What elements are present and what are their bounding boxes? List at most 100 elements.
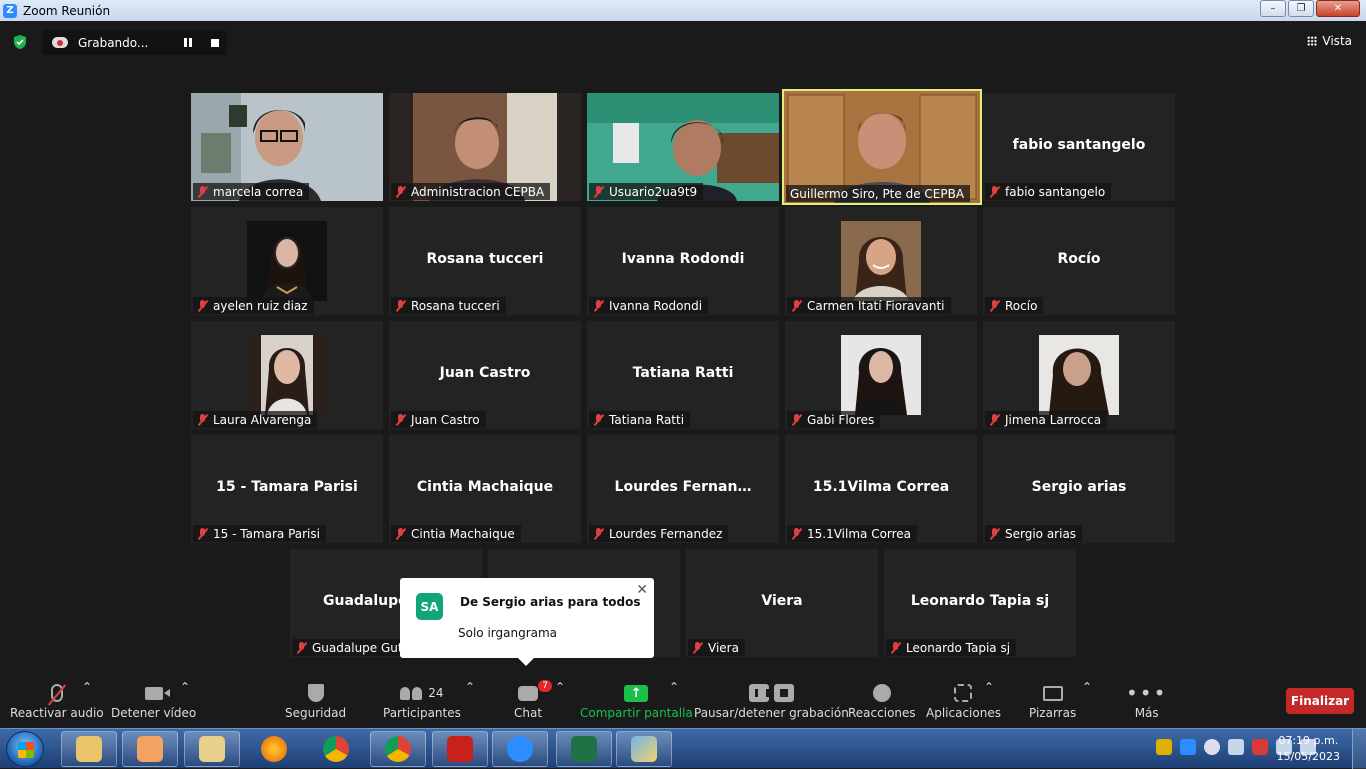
participant-tile[interactable]: Gabi Flores	[785, 321, 977, 429]
video-camera-icon	[144, 686, 170, 700]
profile-photo	[1039, 335, 1119, 415]
recording-indicator: Grabando...	[42, 30, 227, 55]
participant-tile[interactable]: Viera Viera	[686, 549, 878, 657]
reaction-smiley-icon	[872, 684, 891, 702]
participant-tile[interactable]: fabio santangelo fabio santangelo	[983, 93, 1175, 201]
taskbar-firefox[interactable]	[246, 731, 302, 767]
participant-center-name: fabio santangelo	[1012, 137, 1146, 153]
participant-tile[interactable]: 15 - Tamara Parisi 15 - Tamara Parisi	[191, 435, 383, 543]
chat-button[interactable]: 7 Chat	[514, 679, 553, 720]
system-clock[interactable]: 07:19 p.m. 15/05/2023	[1277, 733, 1340, 765]
encryption-shield-icon[interactable]	[12, 34, 28, 50]
pause-stop-recording-button[interactable]: Pausar/detener grabación	[694, 680, 849, 720]
close-window-button[interactable]: ✕	[1316, 0, 1360, 17]
participant-tile[interactable]: ayelen ruiz diaz	[191, 207, 383, 315]
minimize-button[interactable]: –	[1260, 0, 1286, 17]
start-button[interactable]	[6, 731, 44, 767]
participant-tile[interactable]: Juan Castro Juan Castro	[389, 321, 581, 429]
participant-center-name: 15.1Vilma Correa	[812, 479, 950, 495]
sender-avatar: SA	[416, 593, 443, 620]
chat-unread-badge: 7	[538, 679, 553, 692]
tray-zoom-icon[interactable]	[1180, 739, 1196, 755]
muted-mic-icon	[791, 528, 802, 540]
window-controls: – ❐ ✕	[1260, 0, 1360, 17]
participant-tile[interactable]: Rosana tucceri Rosana tucceri	[389, 207, 581, 315]
apps-options-caret-icon[interactable]: ⌃	[984, 680, 994, 694]
apps-icon	[954, 684, 973, 702]
participant-tile[interactable]: Laura Alvarenga	[191, 321, 383, 429]
chrome-profile-icon	[385, 736, 411, 762]
more-button[interactable]: ••• Más	[1126, 680, 1167, 720]
taskbar-mail[interactable]	[184, 731, 240, 767]
participants-button[interactable]: 24 Participantes	[383, 680, 461, 720]
chat-bubble-icon: 7	[518, 679, 553, 701]
taskbar-media[interactable]	[122, 731, 178, 767]
reactions-button[interactable]: Reacciones	[848, 680, 916, 720]
participant-tile[interactable]: Leonardo Tapia sj Leonardo Tapia sj	[884, 549, 1076, 657]
participant-tile[interactable]: Rocío Rocío	[983, 207, 1175, 315]
chat-message: Solo irgangrama	[458, 626, 558, 640]
tray-security-icon[interactable]	[1156, 739, 1172, 755]
chat-options-caret-icon[interactable]: ⌃	[555, 680, 565, 694]
clock-time: 07:19 p.m.	[1278, 734, 1339, 747]
muted-mic-icon	[50, 684, 63, 702]
video-options-caret-icon[interactable]: ⌃	[180, 680, 190, 694]
windows-taskbar: 07:19 p.m. 15/05/2023	[0, 728, 1366, 769]
participant-name-label: Rocío	[985, 297, 1044, 314]
grid-view-icon	[1307, 36, 1318, 46]
taskbar-excel[interactable]	[556, 731, 612, 767]
taskbar-chrome[interactable]	[308, 731, 364, 767]
acrobat-icon	[447, 736, 473, 762]
tray-network-icon[interactable]	[1228, 739, 1244, 755]
participant-tile[interactable]: Usuario2ua9t9	[587, 93, 779, 201]
taskbar-explorer[interactable]	[61, 731, 117, 767]
muted-mic-icon	[890, 642, 901, 654]
tray-red-app-icon[interactable]	[1252, 739, 1268, 755]
muted-mic-icon	[593, 414, 604, 426]
pause-recording-icon[interactable]	[184, 38, 192, 47]
whiteboards-options-caret-icon[interactable]: ⌃	[1082, 680, 1092, 694]
muted-mic-icon	[791, 300, 802, 312]
maximize-button[interactable]: ❐	[1288, 0, 1314, 17]
participant-name-label: 15 - Tamara Parisi	[193, 525, 326, 542]
recording-label: Grabando...	[78, 35, 149, 50]
active-speaker-tile[interactable]: Guillermo Siro, Pte de CEPBA	[782, 89, 982, 205]
tray-teamviewer-icon[interactable]	[1204, 739, 1220, 755]
participant-tile[interactable]: Ivanna Rodondi Ivanna Rodondi	[587, 207, 779, 315]
participant-tile[interactable]: Lourdes Fernan… Lourdes Fernandez	[587, 435, 779, 543]
participant-center-name: Rocío	[1057, 251, 1101, 267]
taskbar-acrobat[interactable]	[432, 731, 488, 767]
end-meeting-button[interactable]: Finalizar	[1286, 688, 1354, 714]
muted-mic-icon	[395, 414, 406, 426]
stop-recording-icon[interactable]	[211, 39, 219, 47]
participant-tile[interactable]: Administracion CEPBA	[389, 93, 581, 201]
participant-center-name: Leonardo Tapia sj	[910, 593, 1050, 609]
participant-tile[interactable]: Carmen Itatí Fioravanti	[785, 207, 977, 315]
share-options-caret-icon[interactable]: ⌃	[669, 680, 679, 694]
muted-mic-icon	[197, 300, 208, 312]
close-icon[interactable]: ✕	[636, 582, 648, 598]
participant-tile[interactable]: Sergio arias Sergio arias	[983, 435, 1175, 543]
view-button[interactable]: Vista	[1307, 34, 1352, 48]
participant-tile[interactable]: 15.1Vilma Correa 15.1Vilma Correa	[785, 435, 977, 543]
participants-options-caret-icon[interactable]: ⌃	[465, 680, 475, 694]
participant-name-label: Guillermo Siro, Pte de CEPBA	[786, 185, 971, 202]
taskbar-zoom[interactable]	[492, 731, 548, 767]
chat-notification[interactable]: SA De Sergio arias para todos Solo irgan…	[400, 578, 654, 666]
show-desktop-button[interactable]	[1352, 729, 1366, 769]
taskbar-paint[interactable]	[616, 731, 672, 767]
muted-mic-icon	[197, 414, 208, 426]
participant-tile[interactable]: Cintia Machaique Cintia Machaique	[389, 435, 581, 543]
muted-mic-icon	[593, 300, 604, 312]
taskbar-chrome-profile[interactable]	[370, 731, 426, 767]
participant-tile[interactable]: marcela correa	[191, 93, 383, 201]
participant-tile[interactable]: Tatiana Ratti Tatiana Ratti	[587, 321, 779, 429]
audio-options-caret-icon[interactable]: ⌃	[82, 680, 92, 694]
participant-center-name: Rosana tucceri	[426, 251, 544, 267]
participant-name-label: 15.1Vilma Correa	[787, 525, 918, 542]
whiteboards-button[interactable]: Pizarras	[1029, 680, 1076, 720]
window-titlebar: Z Zoom Reunión – ❐ ✕	[0, 0, 1366, 21]
participant-center-name: Ivanna Rodondi	[621, 251, 745, 267]
participant-tile[interactable]: Jimena Larrocca	[983, 321, 1175, 429]
security-button[interactable]: Seguridad	[285, 680, 346, 720]
